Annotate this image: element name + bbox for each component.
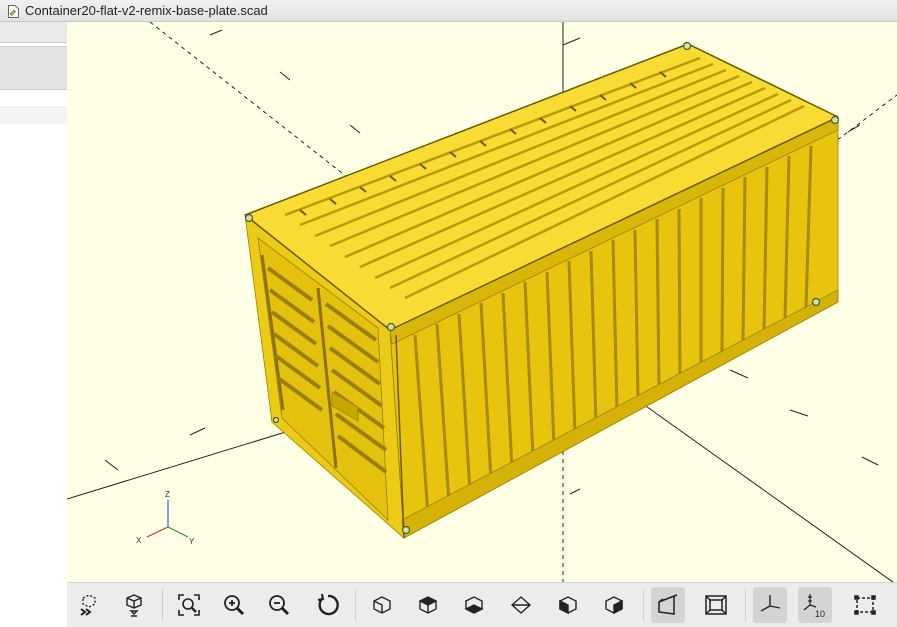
perspective-icon <box>658 594 678 615</box>
reset-view-icon <box>317 593 339 616</box>
view-right-button[interactable] <box>365 587 399 623</box>
zoom-out-button[interactable] <box>262 587 296 623</box>
reset-view-button[interactable] <box>311 587 345 623</box>
zoom-in-icon <box>224 595 245 616</box>
view-front-icon <box>559 596 577 615</box>
view-bottom-icon <box>464 596 484 614</box>
axis-x-label: X <box>136 536 142 545</box>
view-toolbar: 10 <box>67 582 897 627</box>
view-all-button[interactable] <box>172 587 206 623</box>
orthogonal-icon <box>705 595 727 615</box>
preview-icon <box>80 594 96 616</box>
editor-pane[interactable] <box>0 22 67 627</box>
axes-icon <box>760 595 781 612</box>
render-icon <box>126 594 142 617</box>
window-titlebar: Container20-flat-v2-remix-base-plate.sca… <box>0 0 897 22</box>
show-scale-button[interactable]: 10 <box>798 587 832 623</box>
show-axes-button[interactable] <box>753 587 787 623</box>
edges-icon <box>854 595 876 615</box>
container-model <box>244 41 840 539</box>
rendered-model: Z X Y <box>67 22 897 582</box>
axes-indicator: Z X Y <box>136 490 195 546</box>
orthogonal-button[interactable] <box>699 587 733 623</box>
render-button[interactable] <box>117 587 151 623</box>
zoom-in-button[interactable] <box>217 587 251 623</box>
editor-line-highlight <box>0 106 67 124</box>
scale-markers-icon: 10 <box>803 594 825 619</box>
scad-file-icon <box>8 5 19 18</box>
scale-label: 10 <box>815 609 825 619</box>
zoom-out-icon <box>269 595 290 616</box>
view-bottom-button[interactable] <box>457 587 491 623</box>
view-front-button[interactable] <box>551 587 585 623</box>
axis-y-label: Y <box>189 537 195 546</box>
zoom-all-icon <box>178 594 200 616</box>
toolbar-separator <box>162 589 163 621</box>
view-back-button[interactable] <box>597 587 631 623</box>
toolbar-separator <box>745 589 746 621</box>
perspective-button[interactable] <box>651 587 685 623</box>
window-title: Container20-flat-v2-remix-base-plate.sca… <box>25 3 268 18</box>
view-left-icon <box>510 596 532 614</box>
view-top-icon <box>418 596 438 614</box>
editor-tab-strip[interactable] <box>0 46 67 90</box>
editor-toolbar <box>0 22 67 43</box>
3d-viewport[interactable]: Z X Y <box>67 22 897 582</box>
toolbar-separator <box>643 589 644 621</box>
show-edges-button[interactable] <box>848 587 882 623</box>
toolbar-separator <box>355 589 356 621</box>
view-right-icon <box>373 596 391 614</box>
view-back-icon <box>605 596 623 615</box>
view-top-button[interactable] <box>411 587 445 623</box>
preview-button[interactable] <box>72 587 106 623</box>
view-left-button[interactable] <box>504 587 538 623</box>
axis-z-label: Z <box>165 490 170 499</box>
